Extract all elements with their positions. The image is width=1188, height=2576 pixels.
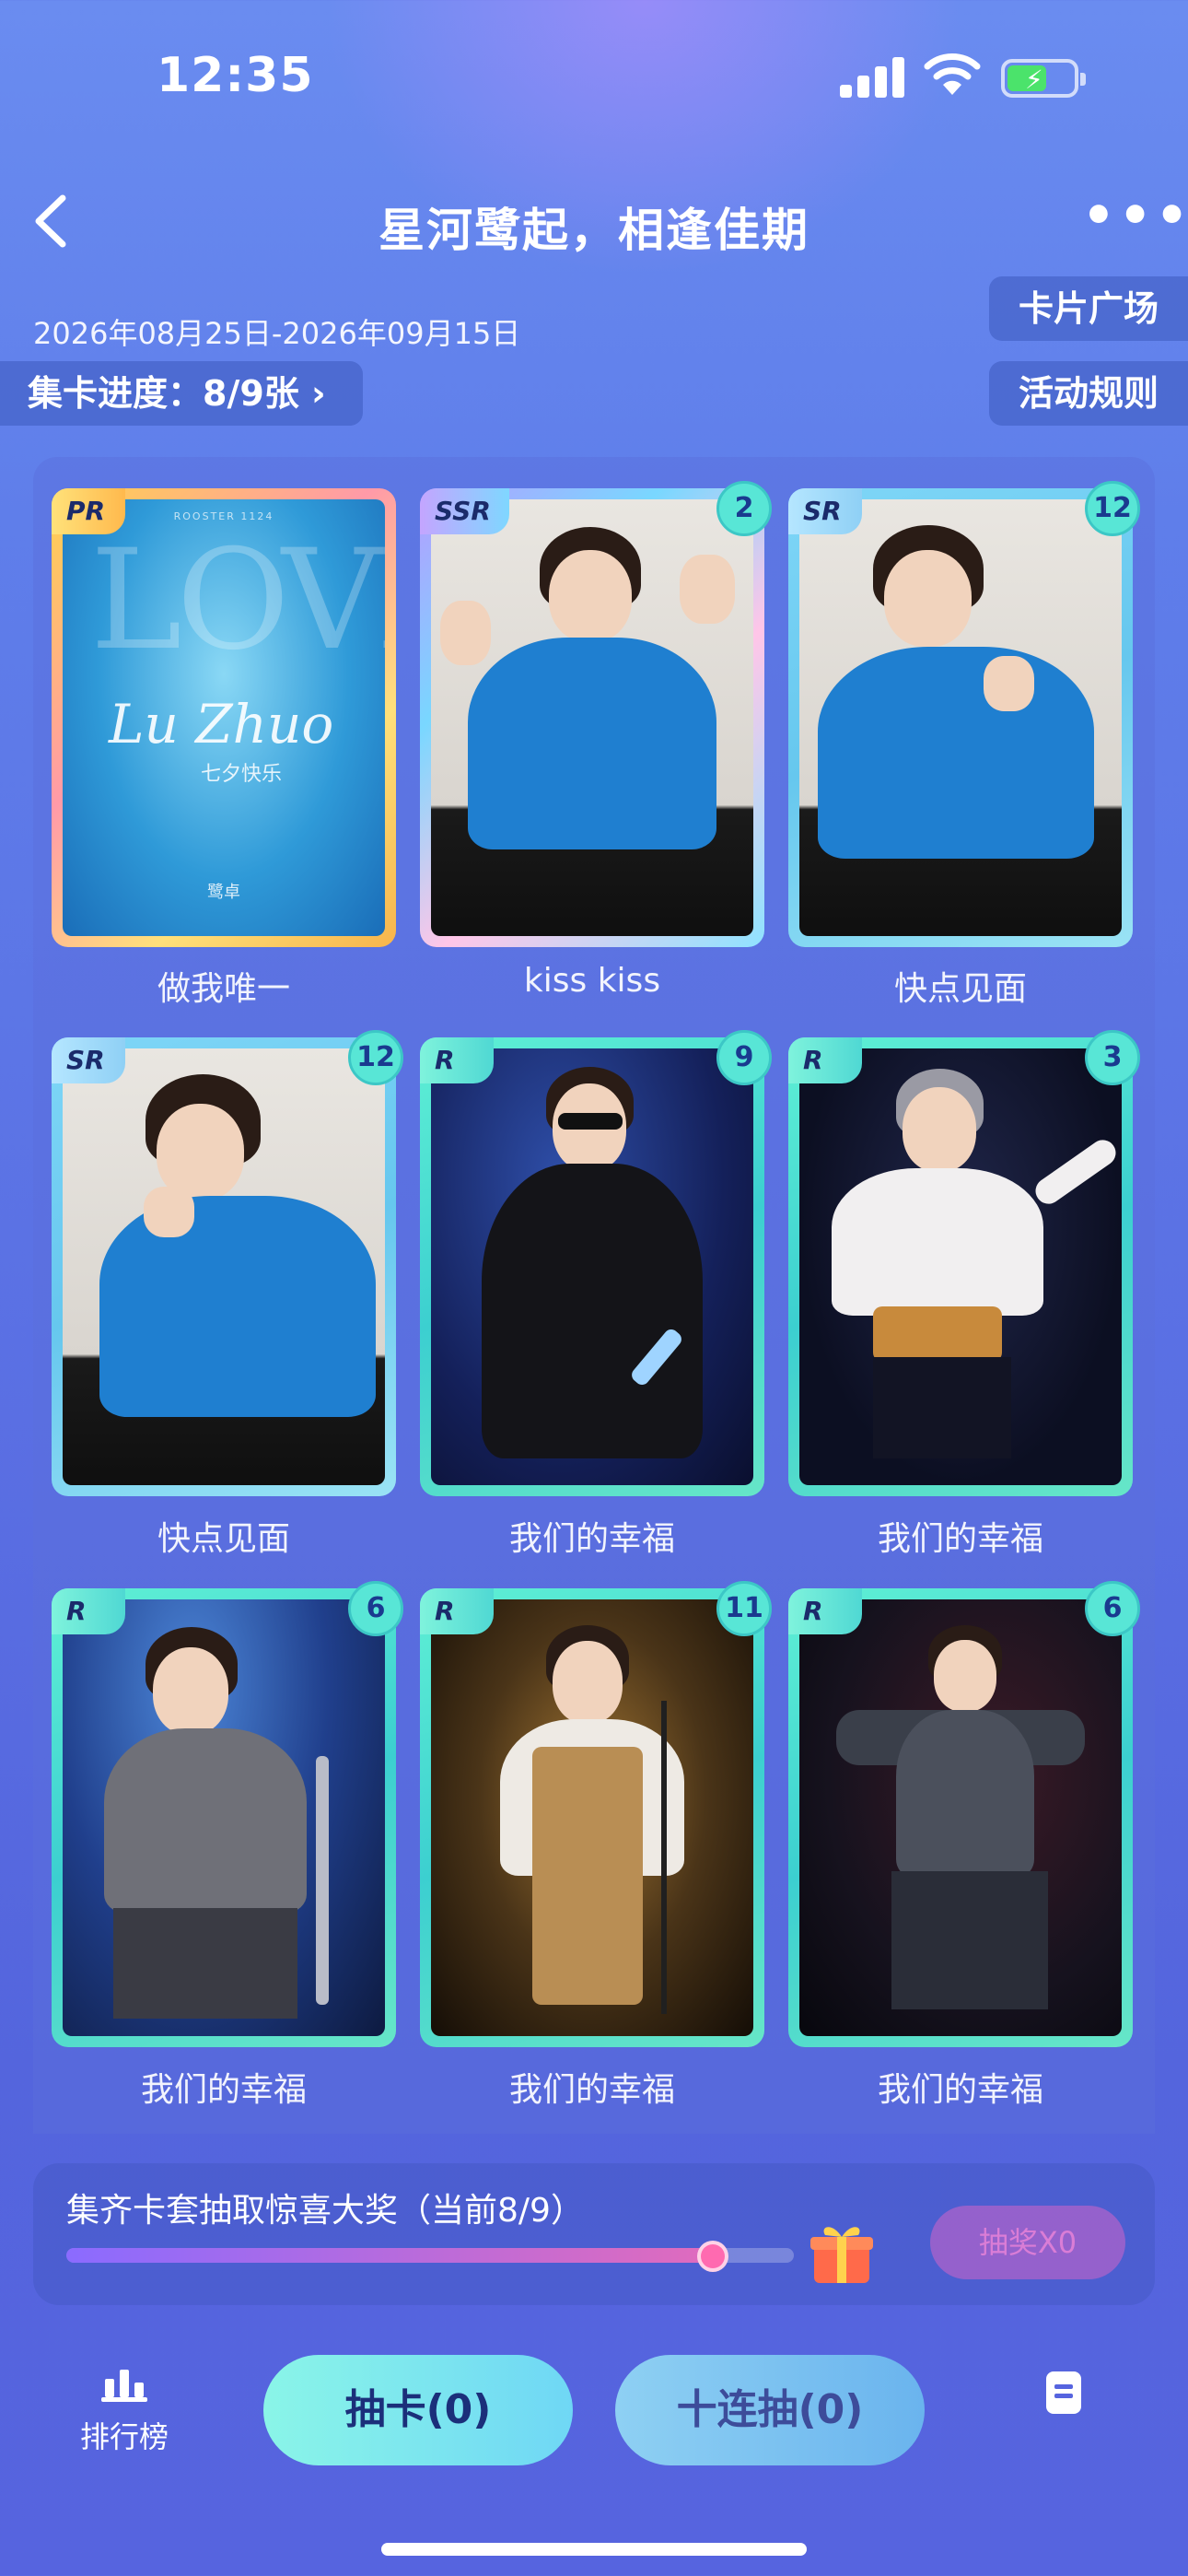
activity-rules-button[interactable]: 活动规则 bbox=[989, 361, 1188, 426]
card-love-title: LOVE bbox=[90, 521, 385, 681]
prize-progress-card: 集齐卡套抽取惊喜大奖（当前8/9） 抽奖X0 bbox=[33, 2163, 1155, 2305]
card-name: 我们的幸福 bbox=[140, 2071, 307, 2109]
card-item[interactable]: R 9 bbox=[420, 1030, 772, 1496]
rarity-tag: R bbox=[52, 1588, 125, 1634]
card-count-badge: 2 bbox=[716, 481, 772, 536]
leaderboard-button[interactable]: 排行榜 bbox=[74, 2366, 175, 2456]
battery-icon: ⚡ bbox=[1001, 59, 1086, 98]
page-title: 星河鹭起，相逢佳期 bbox=[379, 204, 809, 257]
card-photo bbox=[799, 1599, 1122, 2036]
ten-draw-button[interactable]: 十连抽(0) bbox=[615, 2355, 925, 2465]
prize-progress-bar bbox=[66, 2248, 794, 2263]
card-item[interactable]: R 3 bbox=[788, 1030, 1140, 1496]
card-photo bbox=[63, 1048, 385, 1485]
rarity-tag: R bbox=[420, 1588, 494, 1634]
card-count-badge: 12 bbox=[1085, 481, 1140, 536]
card-love-subtitle: 七夕快乐 bbox=[201, 763, 283, 786]
card-photo bbox=[431, 1599, 753, 2036]
rarity-tag: SSR bbox=[420, 488, 509, 534]
wifi-icon bbox=[924, 52, 981, 98]
card-name: 我们的幸福 bbox=[508, 1520, 675, 1558]
card-name: 快点见面 bbox=[157, 1520, 290, 1558]
card-name: kiss kiss bbox=[523, 962, 661, 1000]
prize-progress-label: 集齐卡套抽取惊喜大奖（当前8/9） bbox=[66, 2192, 584, 2230]
card-photo bbox=[431, 1048, 753, 1485]
card-name: 快点见面 bbox=[893, 970, 1027, 1008]
rarity-tag: SR bbox=[52, 1037, 125, 1083]
draw-card-button[interactable]: 抽卡(0) bbox=[263, 2355, 573, 2465]
card-name: 我们的幸福 bbox=[877, 1520, 1043, 1558]
card-grid-panel: ROOSTER 1124 LOVE Lu Zhuo 七夕快乐 鹭卓 PR 做我唯… bbox=[33, 457, 1155, 2134]
card-item[interactable]: R 11 bbox=[420, 1581, 772, 2047]
card-photo bbox=[63, 1599, 385, 2036]
rarity-tag: R bbox=[788, 1037, 862, 1083]
collection-progress-button[interactable]: 集卡进度：8/9张 › bbox=[0, 361, 363, 426]
card-love-signature: Lu Zhuo bbox=[109, 693, 334, 755]
more-options-icon[interactable]: ••• bbox=[1082, 191, 1188, 249]
rarity-tag: PR bbox=[52, 488, 125, 534]
cellular-signal-icon bbox=[840, 57, 904, 98]
gift-icon bbox=[807, 2217, 877, 2287]
card-item[interactable]: SR 12 bbox=[788, 481, 1140, 947]
event-date-range: 2026年08月25日-2026年09月15日 bbox=[33, 316, 521, 351]
leaderboard-icon bbox=[101, 2370, 147, 2402]
card-name: 我们的幸福 bbox=[508, 2071, 675, 2109]
status-bar: 12:35 ⚡ bbox=[0, 0, 1188, 138]
card-item[interactable]: SR 12 bbox=[52, 1030, 403, 1496]
card-count-badge: 11 bbox=[716, 1581, 772, 1636]
card-item[interactable]: R 6 bbox=[788, 1581, 1140, 2047]
card-count-badge: 9 bbox=[716, 1030, 772, 1085]
card-count-badge: 6 bbox=[348, 1581, 403, 1636]
card-love-name: 鹭卓 bbox=[207, 883, 240, 902]
leaderboard-label: 排行榜 bbox=[79, 2419, 169, 2454]
progress-knob bbox=[697, 2241, 729, 2272]
rarity-tag: SR bbox=[788, 488, 862, 534]
card-photo: ROOSTER 1124 LOVE Lu Zhuo 七夕快乐 鹭卓 bbox=[63, 499, 385, 936]
card-name: 我们的幸福 bbox=[877, 2071, 1043, 2109]
card-name: 做我唯一 bbox=[157, 970, 290, 1008]
rarity-tag: R bbox=[420, 1037, 494, 1083]
card-count-badge: 3 bbox=[1085, 1030, 1140, 1085]
card-item[interactable]: ROOSTER 1124 LOVE Lu Zhuo 七夕快乐 鹭卓 PR bbox=[52, 488, 396, 947]
card-photo bbox=[431, 499, 753, 936]
card-plaza-button[interactable]: 卡片广场 bbox=[989, 276, 1188, 341]
card-item[interactable]: SSR 2 bbox=[420, 481, 772, 947]
record-document-icon[interactable] bbox=[1046, 2371, 1081, 2414]
home-indicator bbox=[381, 2543, 807, 2556]
card-photo bbox=[799, 499, 1122, 936]
card-item[interactable]: R 6 bbox=[52, 1581, 403, 2047]
card-count-badge: 6 bbox=[1085, 1581, 1140, 1636]
card-photo bbox=[799, 1048, 1122, 1485]
card-count-badge: 12 bbox=[348, 1030, 403, 1085]
status-time: 12:35 bbox=[157, 48, 314, 103]
rarity-tag: R bbox=[788, 1588, 862, 1634]
lottery-button[interactable]: 抽奖X0 bbox=[930, 2206, 1125, 2279]
